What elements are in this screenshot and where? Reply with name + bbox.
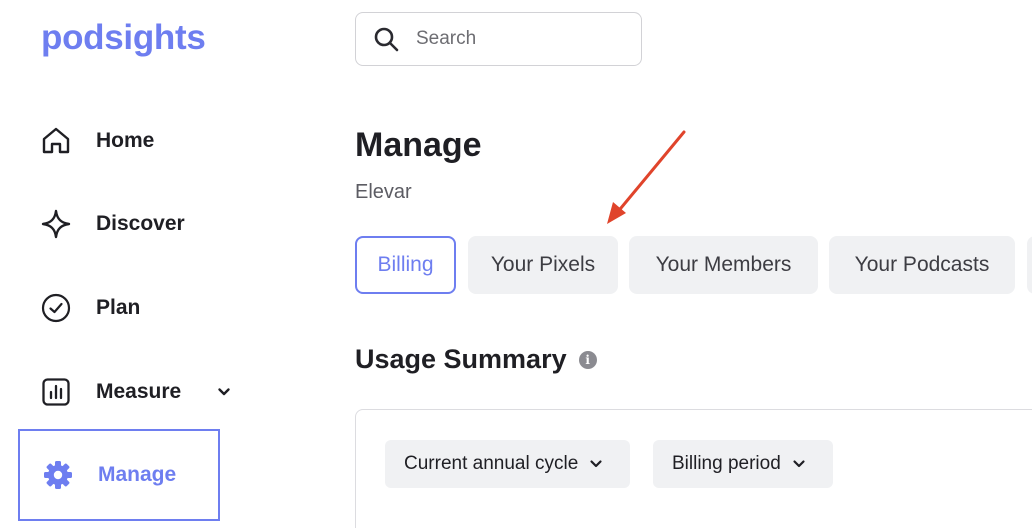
sidebar-item-label: Plan — [96, 296, 141, 319]
search-icon — [372, 25, 400, 53]
bar-chart-icon — [39, 375, 73, 409]
gear-icon — [41, 458, 75, 492]
podsights-logo[interactable]: podsights — [41, 18, 206, 58]
usage-summary-heading: Usage Summary i — [355, 344, 597, 375]
sidebar-item-discover[interactable]: Discover — [18, 194, 220, 254]
sidebar-item-home[interactable]: Home — [18, 111, 220, 171]
sidebar-item-plan[interactable]: Plan — [18, 278, 220, 338]
dropdown-label: Current annual cycle — [404, 453, 579, 474]
sidebar-item-label: Measure — [96, 380, 182, 403]
tab-your-podcasts[interactable]: Your Podcasts — [829, 236, 1015, 294]
chevron-down-icon[interactable] — [215, 383, 233, 401]
tab-your-members[interactable]: Your Members — [629, 236, 818, 294]
home-icon — [39, 124, 73, 158]
billing-period-dropdown[interactable]: Billing period — [653, 440, 833, 488]
current-annual-cycle-dropdown[interactable]: Current annual cycle — [385, 440, 630, 488]
info-icon[interactable]: i — [578, 350, 597, 369]
sidebar-item-measure[interactable]: Measure — [18, 362, 230, 422]
tab-your-pixels[interactable]: Your Pixels — [468, 236, 618, 294]
sidebar-item-label: Home — [96, 129, 155, 152]
sidebar-item-label: Discover — [96, 212, 185, 235]
usage-summary-title: Usage Summary — [355, 344, 567, 374]
annotation-arrow — [607, 130, 686, 224]
dropdown-label: Billing period — [672, 453, 781, 474]
tab-billing[interactable]: Billing — [355, 236, 456, 294]
check-circle-icon — [39, 291, 73, 325]
search-box[interactable] — [355, 12, 642, 66]
search-input[interactable] — [416, 28, 616, 50]
chevron-down-icon — [588, 456, 604, 472]
page-title: Manage — [355, 126, 482, 164]
chevron-down-icon — [791, 456, 807, 472]
sparkle-icon — [39, 207, 73, 241]
tab-overflow[interactable] — [1027, 236, 1032, 294]
organization-name: Elevar — [355, 181, 412, 203]
sidebar-item-label: Manage — [98, 463, 177, 486]
sidebar-item-manage[interactable]: Manage — [18, 429, 220, 521]
